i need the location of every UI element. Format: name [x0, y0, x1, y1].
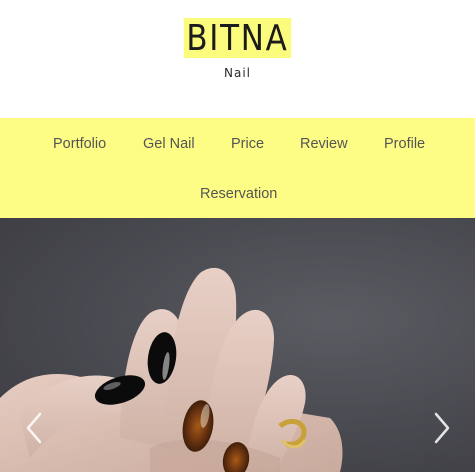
slider-prev-button[interactable]	[18, 410, 48, 446]
nav-item-price[interactable]: Price	[231, 136, 264, 152]
logo-wordmark[interactable]: BITNA	[183, 18, 292, 59]
main-nav: Portfolio Gel Nail Price Review Profile …	[0, 118, 475, 218]
hero-image	[0, 267, 343, 472]
nav-item-reservation[interactable]: Reservation	[200, 186, 277, 202]
hero-slider	[0, 218, 475, 472]
logo-tagline: Nail	[224, 66, 251, 80]
nav-item-profile[interactable]: Profile	[384, 136, 425, 152]
site-header: BITNA Nail	[0, 0, 475, 118]
chevron-right-icon	[434, 412, 450, 444]
nav-item-review[interactable]: Review	[300, 136, 348, 152]
nav-item-gel-nail[interactable]: Gel Nail	[143, 136, 195, 152]
site-logo[interactable]: BITNA Nail	[0, 18, 475, 80]
nav-item-portfolio[interactable]: Portfolio	[53, 136, 106, 152]
slider-next-button[interactable]	[428, 410, 458, 446]
chevron-left-icon	[26, 412, 42, 444]
